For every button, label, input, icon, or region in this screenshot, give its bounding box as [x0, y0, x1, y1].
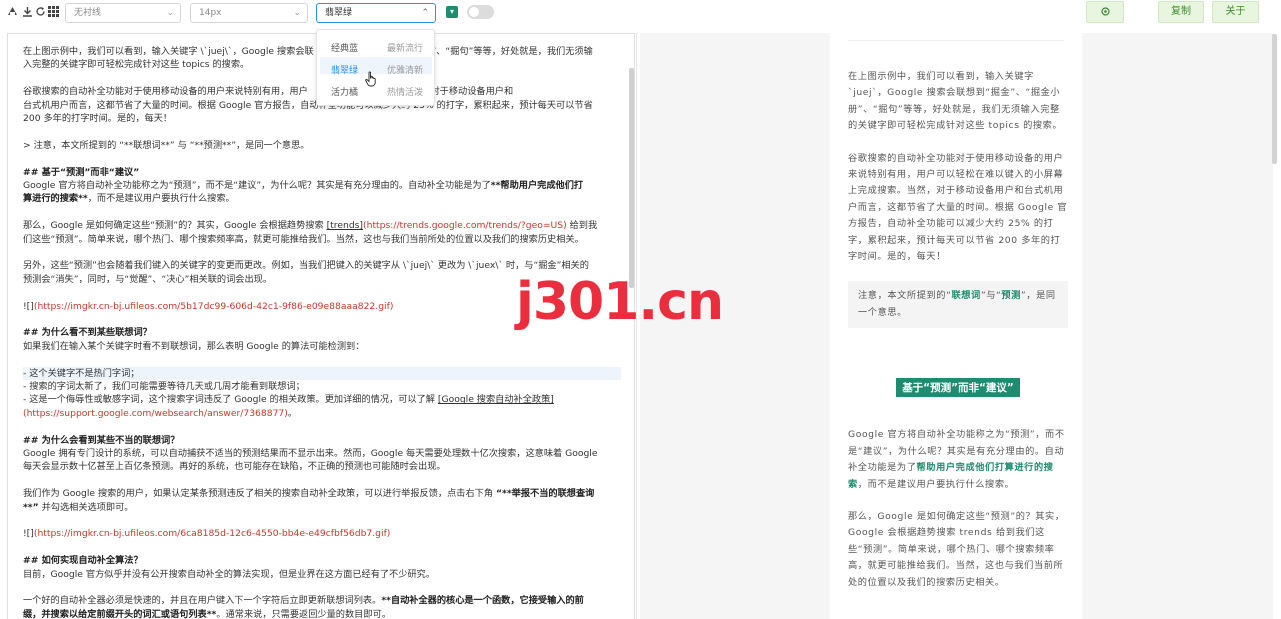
- about-button[interactable]: 关于: [1212, 1, 1259, 23]
- theme-option-emerald[interactable]: 翡翠绿: [331, 63, 358, 76]
- editor-line: 算进行的搜索**，而不是建议用户要执行什么搜索。: [23, 193, 235, 205]
- editor-line: 每天会显示数十亿甚至上百亿条预测。再好的系统，也可能存在缺陷，不正确的预测也可能…: [23, 461, 446, 473]
- font-family-select[interactable]: 无衬线 ⌄: [65, 3, 181, 23]
- editor-line: 目前，Google 官方似乎并没有公开搜索自动补全的算法实现，但是业界在这方面已…: [23, 568, 436, 580]
- chevron-up-icon: ⌃: [421, 8, 429, 18]
- editor-line: 如果我们在输入某个关键字时看不到联想词，那么表明 Google 的算法可能检测到…: [23, 340, 365, 352]
- mac-code-toggle[interactable]: [467, 5, 494, 19]
- preview-scrollbar[interactable]: [1272, 34, 1277, 164]
- editor-line: **” 并勾选相关选项即可。: [23, 501, 134, 513]
- theme-select[interactable]: 翡翠绿 ⌃: [316, 3, 436, 23]
- refresh-icon[interactable]: [35, 6, 46, 17]
- font-family-select-value: 无衬线: [74, 8, 102, 18]
- logo-icon[interactable]: [7, 6, 18, 17]
- theme-color-picker[interactable]: ▾: [446, 6, 458, 18]
- theme-dropdown-menu: 经典蓝 最新流行 翡翠绿 优雅清新 活力橘 热情活泼: [316, 29, 435, 106]
- copy-button[interactable]: 复制: [1158, 1, 1204, 23]
- theme-select-value: 翡翠绿: [325, 8, 353, 18]
- editor-line: - 这是一个侮辱性或敏感字词，这个搜索字词违反了 Google 的相关政策。更加…: [23, 394, 554, 406]
- download-icon[interactable]: [22, 6, 33, 17]
- editor-line: ## 如何实现自动补全算法？: [23, 555, 143, 567]
- theme-option-classic-blue[interactable]: 经典蓝: [331, 41, 358, 54]
- editor-line: 们这些“预测”。简单来说，哪个热门、哪个搜索频率高，就更可能推给我们。当然，这也…: [23, 233, 584, 245]
- theme-option-orange[interactable]: 活力橘: [331, 85, 358, 98]
- preview-paragraph: Google 官方将自动补全功能称之为“预测”，而不是“建议”，为什么呢？其实是…: [848, 429, 1065, 490]
- editor-line: ## 基于“预测”而非“建议”: [23, 166, 140, 178]
- theme-option-desc: 热情活泼: [387, 88, 424, 98]
- editor-line: Google 拥有专门设计的系统，可以自动捕获不适当的预测结果而不显示出来。然而…: [23, 448, 598, 460]
- theme-option-desc: 最新流行: [387, 44, 424, 54]
- font-size-select-value: 14px: [199, 8, 222, 18]
- preview-article: 在上图示例中，我们可以看到，输入关键字 `juej`，Google 搜索会联想到…: [830, 33, 1082, 619]
- editor-line: 缀，并搜索以给定前缀开头的词汇或语句列表**。通常来说，只需要返回少量的数目即可…: [23, 608, 391, 619]
- editor-line: (https://support.google.com/websearch/an…: [23, 407, 298, 419]
- preview-heading: 基于“预测”而非“建议”: [848, 378, 1068, 398]
- hand-cursor-icon: [365, 71, 376, 87]
- editor-line: 200 多年的打字时间。是的，每天！: [23, 113, 173, 124]
- editor-line: - 搜索的字词太新了，我们可能需要等待几天或几周才能看到联想词；: [23, 381, 305, 393]
- preview-blockquote: 注意，本文所提到的“联想词”与“预测”，是同一个意思。: [848, 281, 1068, 329]
- settings-button[interactable]: [1086, 1, 1124, 23]
- editor-line: 一个好的自动补全器必须是快速的，并且在用户键入下一个字符后立即更新联想词列表。*…: [23, 595, 584, 607]
- editor-lines: 在上图示例中，我们可以看到，输入关键字 \`juej\`，Google 搜索会联…: [23, 45, 621, 619]
- editor-line: > 注意，本文所提到的 “**联想词**” 与 “**预测**”，是同一个意思。: [23, 139, 310, 151]
- theme-option-desc: 优雅清新: [387, 66, 424, 76]
- grid-icon[interactable]: [48, 6, 59, 17]
- editor-line: Google 官方将自动补全功能称之为“预测”，而不是“建议”，为什么呢？其实是…: [23, 180, 584, 191]
- chevron-down-icon: ⌄: [293, 8, 301, 18]
- gear-icon: [1100, 6, 1110, 16]
- watermark: j301.cn: [516, 272, 724, 332]
- editor-line-active: - 这个关键字不是热门字词；: [23, 366, 621, 381]
- editor-scrollbar[interactable]: [629, 68, 634, 288]
- editor-line: ## 为什么会看到某些不当的联想词？: [23, 434, 180, 446]
- preview-paragraph: 那么，Google 是如何确定这些“预测”的？其实，Google 会根据趋势搜索…: [848, 510, 1065, 588]
- preview-paragraph: 谷歌搜索的自动补全功能对于使用移动设备的用户来说特别有用，用户可以轻松在难以键入…: [848, 152, 1068, 263]
- editor-line: 我们作为 Google 搜索的用户，如果认定某条预测违反了相关的搜索自动补全政策…: [23, 488, 595, 500]
- editor-line: 那么，Google 是如何确定这些“预测”的？其实，Google 会根据趋势搜索…: [23, 220, 598, 232]
- toolbar: 无衬线 ⌄ 14px ⌄ 翡翠绿 ⌃ ▾ 复制 关于: [0, 0, 1281, 28]
- chevron-down-icon: ⌄: [166, 8, 174, 18]
- editor-line: 另外，这些“预测”也会随着我们键入的关键字的变更而更改。例如，当我们把键入的关键…: [23, 260, 589, 272]
- preview-paragraph: 在上图示例中，我们可以看到，输入关键字 `juej`，Google 搜索会联想到…: [848, 71, 1063, 132]
- font-size-select[interactable]: 14px ⌄: [190, 3, 308, 23]
- editor-line: ![](https://imgkr.cn-bj.ufileos.com/6ca8…: [23, 528, 391, 540]
